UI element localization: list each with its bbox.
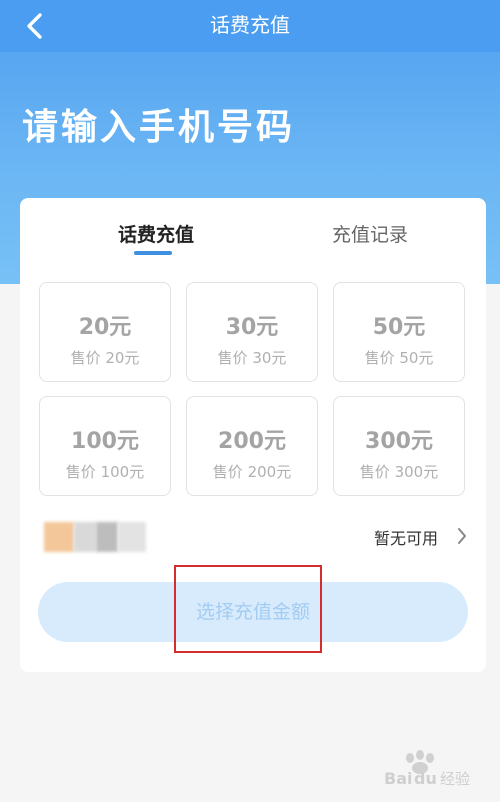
amount-option-30[interactable]: 30元 售价 30元 (186, 282, 318, 382)
amount-option-300[interactable]: 300元 售价 300元 (333, 396, 465, 496)
page-title: 话费充值 (210, 13, 290, 37)
svg-text:Bai: Bai (384, 769, 412, 788)
amount-option-200[interactable]: 200元 售价 200元 (186, 396, 318, 496)
tab-records[interactable]: 充值记录 (310, 220, 430, 247)
coupon-status[interactable]: 暂无可用 (374, 525, 438, 549)
phone-number-input[interactable]: 请输入手机号码 (22, 98, 295, 150)
amount-price: 售价 50元 (364, 349, 434, 367)
amount-price: 售价 30元 (217, 349, 287, 367)
baidu-watermark-logo: Bai du 经验 (384, 750, 470, 788)
amount-value: 100元 (71, 429, 139, 454)
svg-text:经验: 经验 (440, 770, 470, 788)
amount-value: 50元 (372, 315, 426, 340)
amount-value: 200元 (218, 429, 286, 454)
amount-price: 售价 20元 (70, 349, 140, 367)
top-nav-bar: 话费充值 (0, 0, 500, 52)
active-tab-indicator (134, 251, 172, 255)
amount-value: 20元 (78, 315, 132, 340)
amount-value: 300元 (365, 429, 433, 454)
svg-text:du: du (414, 769, 437, 788)
tab-recharge[interactable]: 话费充值 (96, 220, 216, 247)
amount-option-50[interactable]: 50元 售价 50元 (333, 282, 465, 382)
amount-price: 售价 200元 (212, 463, 292, 481)
amount-option-100[interactable]: 100元 售价 100元 (39, 396, 171, 496)
chevron-right-icon[interactable] (456, 527, 468, 545)
amount-value: 30元 (225, 315, 279, 340)
amount-price: 售价 100元 (65, 463, 145, 481)
annotation-highlight-box (174, 565, 322, 653)
amount-price: 售价 300元 (359, 463, 439, 481)
amount-option-20[interactable]: 20元 售价 20元 (39, 282, 171, 382)
